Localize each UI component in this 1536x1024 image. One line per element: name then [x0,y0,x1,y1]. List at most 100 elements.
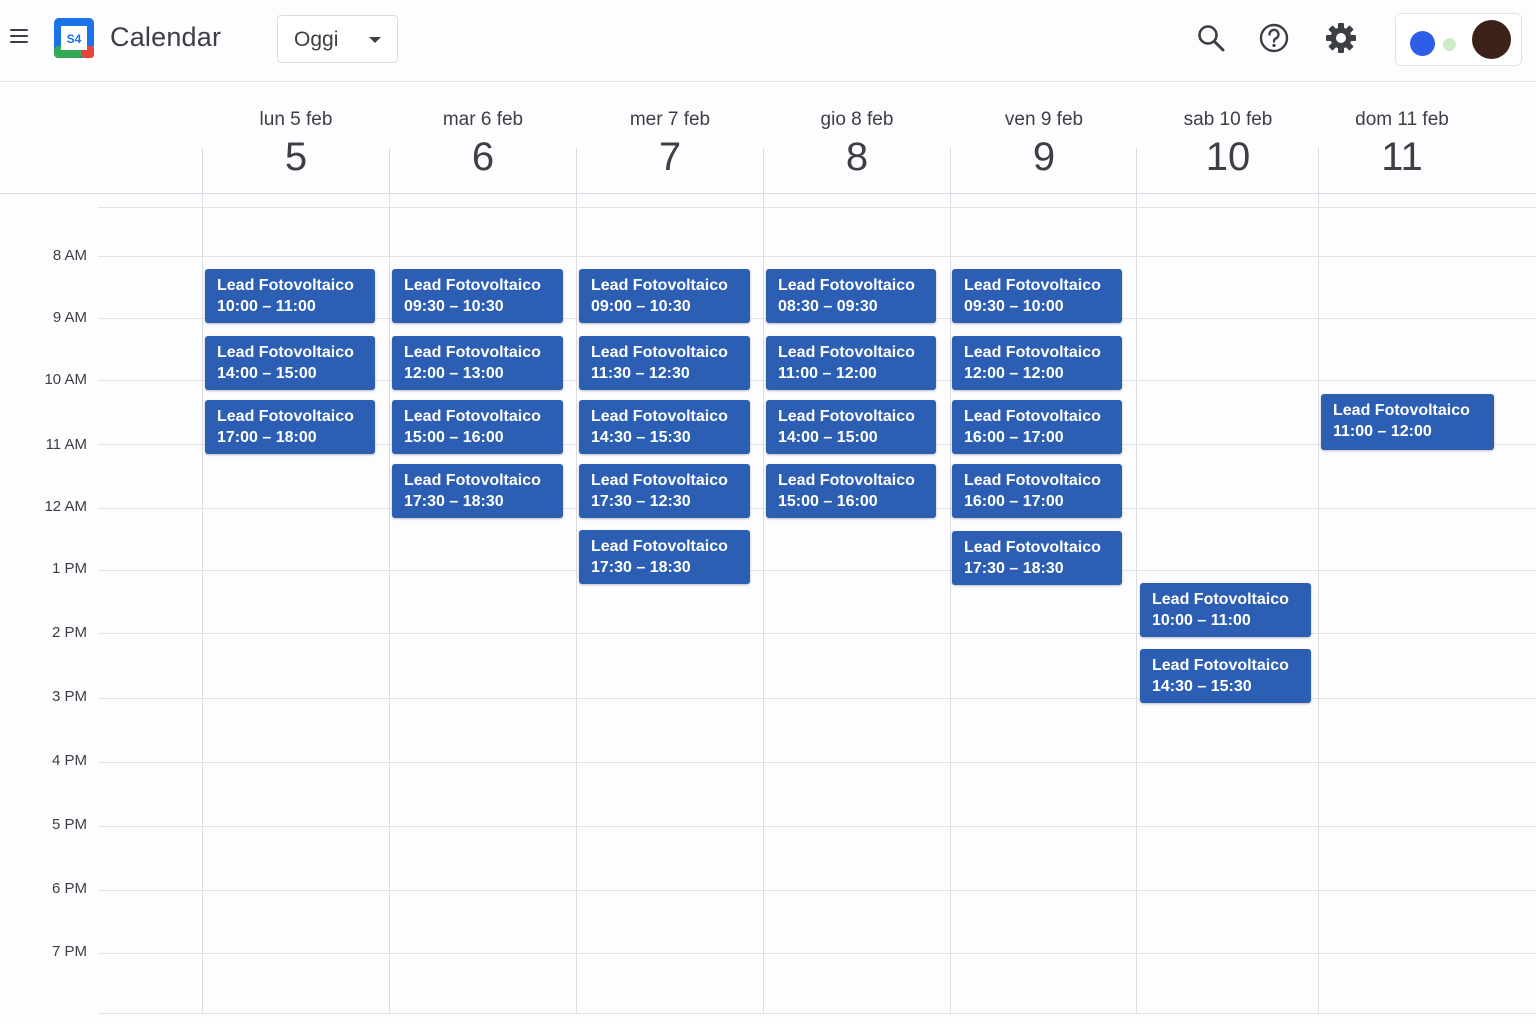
day-name: mer 7 feb [629,109,711,130]
calendar-event[interactable]: Lead Fotovoltaico 09:00 – 10:30 [579,269,750,323]
event-time: 09:00 – 10:30 [591,298,691,315]
event-time: 10:00 – 11:00 [1152,612,1251,629]
day-column-divider [1318,148,1319,1014]
day-header-sun[interactable]: dom 11 feb 11 [1319,82,1485,194]
help-icon[interactable] [1256,20,1292,56]
event-title: Lead Fotovoltaico [217,277,354,294]
event-title: Lead Fotovoltaico [1152,657,1289,674]
calendar-event[interactable]: Lead Fotovoltaico 17:30 – 18:30 [579,530,750,584]
day-number[interactable]: 8 [764,135,950,180]
hour-label: 5 PM [51,816,87,833]
event-time: 09:30 – 10:00 [964,298,1064,315]
hour-gridline [98,1013,1536,1014]
event-title: Lead Fotovoltaico [404,408,541,425]
event-title: Lead Fotovoltaico [778,472,915,489]
hour-gridline [98,207,1536,208]
event-time: 15:00 – 16:00 [404,429,504,446]
event-time: 17:30 – 18:30 [404,493,504,510]
day-column-divider [389,148,390,1014]
hour-label: 4 PM [51,752,87,769]
calendar-event[interactable]: Lead Fotovoltaico 09:30 – 10:30 [392,269,563,323]
avatar[interactable] [1472,20,1511,59]
calendar-event[interactable]: Lead Fotovoltaico 16:00 – 17:00 [952,400,1122,454]
event-title: Lead Fotovoltaico [404,277,541,294]
event-title: Lead Fotovoltaico [404,344,541,361]
day-number[interactable]: 5 [203,135,389,180]
event-time: 11:00 – 12:00 [778,365,877,382]
day-number[interactable]: 9 [951,135,1137,180]
calendar-event[interactable]: Lead Fotovoltaico 09:30 – 10:00 [952,269,1122,323]
event-title: Lead Fotovoltaico [964,408,1101,425]
day-name: gio 8 feb [820,109,894,130]
event-time: 17:00 – 18:00 [217,429,317,446]
event-title: Lead Fotovoltaico [964,539,1101,556]
account-switcher[interactable] [1395,13,1522,66]
calendar-event[interactable]: Lead Fotovoltaico 17:30 – 12:30 [579,464,750,518]
header-divider [0,193,1536,194]
day-header-mon[interactable]: lun 5 feb 5 [203,82,389,194]
hamburger-menu-icon[interactable] [10,28,28,44]
event-time: 12:00 – 12:00 [964,365,1064,382]
calendar-event[interactable]: Lead Fotovoltaico 11:00 – 12:00 [766,336,936,390]
hour-gridline [98,633,1536,634]
event-time: 09:30 – 10:30 [404,298,504,315]
calendar-event[interactable]: Lead Fotovoltaico 08:30 – 09:30 [766,269,936,323]
event-time: 08:30 – 09:30 [778,298,878,315]
hour-label: 12 AM [44,498,87,515]
calendar-event[interactable]: Lead Fotovoltaico 16:00 – 17:00 [952,464,1122,518]
calendar-event[interactable]: Lead Fotovoltaico 17:30 – 18:30 [392,464,563,518]
calendar-event[interactable]: Lead Fotovoltaico 12:00 – 12:00 [952,336,1122,390]
day-column-divider [202,148,203,1014]
hour-label: 10 AM [44,371,87,388]
calendar-event[interactable]: Lead Fotovoltaico 14:30 – 15:30 [579,400,750,454]
day-column-divider [950,148,951,1014]
today-dropdown[interactable]: Oggi [277,15,398,63]
day-number[interactable]: 6 [390,135,576,180]
calendar-event[interactable]: Lead Fotovoltaico 10:00 – 11:00 [205,269,375,323]
event-time: 11:00 – 12:00 [1333,423,1432,440]
calendar-event[interactable]: Lead Fotovoltaico 15:00 – 16:00 [392,400,563,454]
today-dropdown-label: Oggi [294,28,339,51]
hour-label: 1 PM [51,560,87,577]
event-title: Lead Fotovoltaico [778,344,915,361]
event-time: 16:00 – 17:00 [964,429,1064,446]
hour-gridline [98,890,1536,891]
search-icon[interactable] [1193,20,1229,56]
calendar-event[interactable]: Lead Fotovoltaico 17:00 – 18:00 [205,400,375,454]
hour-gridline [98,698,1536,699]
event-title: Lead Fotovoltaico [964,344,1101,361]
event-time: 15:00 – 16:00 [778,493,878,510]
day-number[interactable]: 10 [1137,135,1319,180]
day-header-wed[interactable]: mer 7 feb 7 [577,82,763,194]
event-time: 14:30 – 15:30 [1152,678,1252,695]
calendar-event[interactable]: Lead Fotovoltaico 11:30 – 12:30 [579,336,750,390]
day-header-fri[interactable]: ven 9 feb 9 [951,82,1137,194]
app-title: Calendar [110,22,222,52]
day-header-thu[interactable]: gio 8 feb 8 [764,82,950,194]
event-time: 14:30 – 15:30 [591,429,691,446]
top-bar: S4 Calendar Oggi [0,0,1536,82]
hour-gridline [98,826,1536,827]
day-header-tue[interactable]: mar 6 feb 6 [390,82,576,194]
event-time: 17:30 – 18:30 [591,559,691,576]
calendar-event[interactable]: Lead Fotovoltaico 14:00 – 15:00 [766,400,936,454]
day-name: ven 9 feb [1004,109,1084,130]
event-title: Lead Fotovoltaico [1152,591,1289,608]
calendar-event[interactable]: Lead Fotovoltaico 14:30 – 15:30 [1140,649,1311,703]
logo-text: S4 [67,32,82,46]
calendar-event[interactable]: Lead Fotovoltaico 12:00 – 13:00 [392,336,563,390]
day-number[interactable]: 7 [577,135,763,180]
gear-icon[interactable] [1323,20,1359,56]
calendar-event[interactable]: Lead Fotovoltaico 14:00 – 15:00 [205,336,375,390]
calendar-event[interactable]: Lead Fotovoltaico 11:00 – 12:00 [1321,394,1494,450]
calendar-event[interactable]: Lead Fotovoltaico 17:30 – 18:30 [952,531,1122,585]
calendar-event[interactable]: Lead Fotovoltaico 10:00 – 11:00 [1140,583,1311,637]
day-number[interactable]: 11 [1319,135,1485,180]
event-title: Lead Fotovoltaico [217,344,354,361]
calendar-event[interactable]: Lead Fotovoltaico 15:00 – 16:00 [766,464,936,518]
day-header-sat[interactable]: sab 10 feb 10 [1137,82,1319,194]
event-title: Lead Fotovoltaico [591,344,728,361]
caret-down-icon [369,37,381,43]
account-status-dot [1410,31,1435,56]
hour-gridline [98,762,1536,763]
